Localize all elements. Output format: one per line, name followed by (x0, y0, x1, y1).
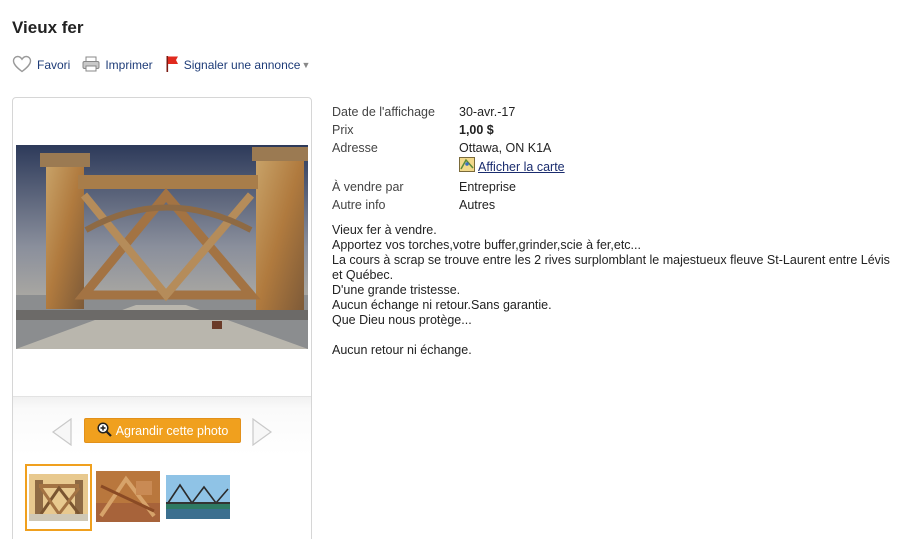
seller-value: Entreprise (459, 180, 516, 194)
listing-details: Date de l'affichage 30-avr.-17 Prix 1,00… (332, 103, 565, 214)
print-label: Imprimer (105, 58, 153, 72)
detail-row-other: Autre info Autres (332, 196, 565, 214)
description-line: D'une grande tristesse. (332, 283, 461, 297)
listing-title: Vieux fer (12, 18, 84, 37)
date-value: 30-avr.-17 (459, 105, 516, 119)
other-info-label: Autre info (332, 198, 386, 212)
address-label: Adresse (332, 141, 378, 155)
prev-photo-arrow-icon[interactable] (51, 417, 73, 447)
action-bar: Favori Imprimer Signaler une annonce ▼ (12, 55, 322, 75)
map-icon (459, 157, 475, 176)
report-label: Signaler une annonce (183, 58, 301, 72)
description-footer: Aucun retour ni échange. (332, 343, 472, 357)
enlarge-photo-button[interactable]: Agrandir cette photo (84, 418, 241, 443)
date-label: Date de l'affichage (332, 105, 435, 119)
price-label: Prix (332, 123, 354, 137)
thumbnail-1[interactable] (25, 464, 92, 531)
map-link-row: Afficher la carte (459, 157, 565, 176)
detail-row-date: Date de l'affichage 30-avr.-17 (332, 103, 565, 121)
thumbnail-2[interactable] (96, 471, 160, 522)
printer-icon (82, 56, 100, 75)
other-info-value: Autres (459, 198, 496, 212)
description-line: Aucun échange ni retour.Sans garantie. (332, 298, 552, 312)
thumbnail-3[interactable] (166, 475, 230, 519)
favorite-button[interactable]: Favori (12, 55, 70, 76)
detail-row-seller: À vendre par Entreprise (332, 178, 565, 196)
listing-description: Vieux fer à vendre. Apportez vos torches… (332, 223, 892, 358)
detail-row-address: Adresse Ottawa, ON K1A (332, 139, 565, 157)
address-value: Ottawa, ON K1A (459, 141, 552, 155)
flag-icon (165, 55, 179, 75)
detail-row-price: Prix 1,00 $ (332, 121, 565, 139)
enlarge-photo-label: Agrandir cette photo (115, 423, 229, 438)
show-map-link[interactable]: Afficher la carte (478, 159, 565, 175)
photo-gallery: Agrandir cette photo (12, 97, 312, 539)
description-line: Que Dieu nous protège... (332, 313, 472, 327)
description-line: La cours à scrap se trouve entre les 2 r… (332, 253, 890, 282)
zoom-in-icon (97, 421, 112, 440)
heart-icon (12, 55, 32, 76)
price-value: 1,00 $ (459, 123, 494, 137)
main-photo[interactable] (16, 145, 308, 349)
print-button[interactable]: Imprimer (82, 56, 153, 75)
seller-label: À vendre par (332, 180, 404, 194)
favorite-label: Favori (37, 58, 71, 72)
next-photo-arrow-icon[interactable] (251, 417, 273, 447)
chevron-down-icon[interactable]: ▼ (301, 60, 310, 70)
report-button[interactable]: Signaler une annonce ▼ (165, 55, 310, 75)
description-line: Apportez vos torches,votre buffer,grinde… (332, 238, 641, 252)
description-line: Vieux fer à vendre. (332, 223, 437, 237)
